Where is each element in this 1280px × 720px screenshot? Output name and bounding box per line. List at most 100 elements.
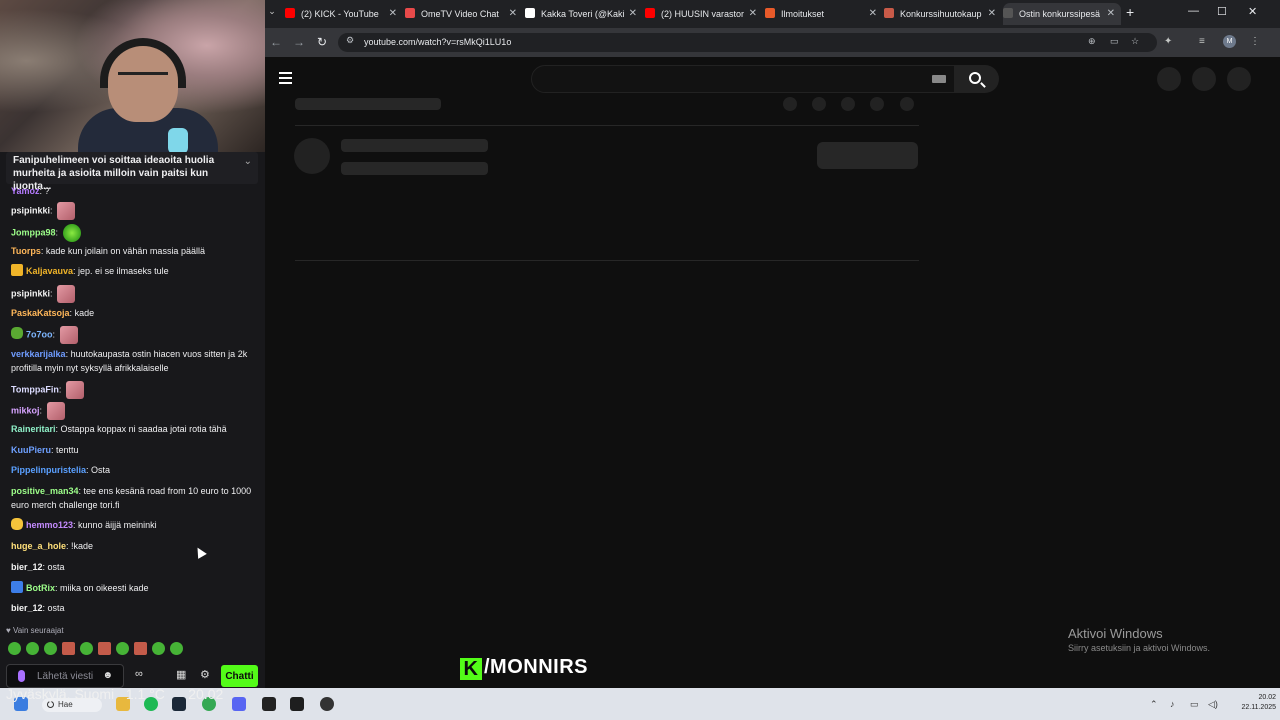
chat-message[interactable]: Yamoz: ? [11,184,256,198]
chat-username[interactable]: mikkoj [11,405,40,415]
emote[interactable] [98,642,111,655]
chat-message[interactable]: bier_12: osta [11,601,256,615]
close-tab-icon[interactable]: ✕ [389,3,397,25]
close-tab-icon[interactable]: ✕ [1107,3,1115,25]
browser-tab[interactable]: (2) KICK - YouTube ✕ [285,3,403,25]
chat-message[interactable]: verkkarijalka: huutokaupasta ostin hiace… [11,347,256,375]
cast-icon[interactable]: ▭ [1110,36,1119,47]
media-icon[interactable]: ≡ [1199,36,1205,47]
maximize-icon[interactable]: ☐ [1217,5,1227,18]
chat-username[interactable]: TomppaFin [11,384,59,394]
zoom-icon[interactable]: ⊕ [1088,36,1096,47]
chat-message[interactable]: Kaljavauva: jep. ei se ilmaseks tule [11,264,256,278]
browser-tab[interactable]: Ilmoitukset ✕ [765,3,883,25]
chat-username[interactable]: Pippelinpuristelia [11,465,86,475]
chat-message[interactable]: bier_12: osta [11,560,256,574]
chat-message[interactable]: psipinkki: [11,202,256,220]
youtube-search-input[interactable] [531,65,955,93]
chat-message[interactable]: hemmo123: kunno äijjä meininki [11,518,256,532]
chat-message[interactable]: Tuorps: kade kun joilain on vähän massia… [11,244,256,258]
chevron-down-icon[interactable]: ⌄ [244,156,252,167]
chat-username[interactable]: PaskaKatsoja [11,308,70,318]
chat-username[interactable]: Tuorps [11,246,41,256]
volume-icon[interactable]: ◁) [1208,699,1218,710]
forward-icon[interactable]: → [293,35,305,49]
menu-icon[interactable]: ⋮ [1250,36,1260,47]
network-icon[interactable]: ▭ [1190,699,1199,710]
chat-message[interactable]: mikkoj: [11,402,256,420]
chat-username[interactable]: Yamoz [11,186,40,196]
tab-search-icon[interactable]: ⌄ [265,6,279,20]
emote[interactable] [8,642,21,655]
chat-username[interactable]: Jomppa98 [11,227,56,237]
chat-message[interactable]: 7o7oo: [11,326,256,344]
gift-icon[interactable]: ▦ [176,668,186,681]
emote[interactable] [62,642,75,655]
chat-message[interactable]: positive_man34: tee ens kesänä road from… [11,484,256,512]
profile-avatar[interactable]: M [1223,35,1236,48]
back-icon[interactable]: ← [270,35,282,49]
app-icon[interactable] [320,697,334,711]
chat-message[interactable]: BotRix: miika on oikeesti kade [11,581,256,595]
chat-username[interactable]: bier_12 [11,562,43,572]
mic-tray-icon[interactable]: ♪ [1170,699,1175,709]
chat-message[interactable]: Jomppa98: [11,224,256,242]
chat-message[interactable]: Pippelinpuristelia: Osta [11,463,256,477]
browser-tab[interactable]: OmeTV Video Chat ✕ [405,3,523,25]
url-text[interactable]: youtube.com/watch?v=rsMkQi1LU1o [364,37,511,47]
chat-message[interactable]: TomppaFin: [11,381,256,399]
gear-icon[interactable]: ⚙ [200,668,210,681]
keyboard-icon[interactable] [932,75,946,83]
omnibox[interactable]: ⚙ youtube.com/watch?v=rsMkQi1LU1o ⊕ ▭ ☆ [338,33,1157,52]
extensions-icon[interactable]: ✦ [1164,36,1172,47]
site-info-icon[interactable]: ⚙ [346,35,354,46]
reload-icon[interactable]: ↻ [317,35,327,49]
mic-icon[interactable] [18,670,25,682]
chat-username[interactable]: bier_12 [11,603,43,613]
emote-quickbar[interactable] [8,642,188,656]
minimize-icon[interactable]: — [1188,5,1199,17]
close-tab-icon[interactable]: ✕ [509,3,517,25]
close-tab-icon[interactable]: ✕ [988,3,996,25]
emote[interactable] [170,642,183,655]
new-tab-button[interactable]: + [1126,4,1134,20]
chat-input-box[interactable]: ☻ [6,664,124,688]
emote[interactable] [116,642,129,655]
emote[interactable] [26,642,39,655]
obs-icon[interactable] [290,697,304,711]
taskbar-clock[interactable]: 20.02 22.11.2025 [1228,693,1276,713]
hamburger-menu-icon[interactable] [279,72,292,84]
chat-username[interactable]: psipinkki [11,288,50,298]
chat-username[interactable]: BotRix [26,583,55,593]
browser-tab[interactable]: (2) HUUSIN varastor ✕ [645,3,763,25]
chat-username[interactable]: psipinkki [11,205,50,215]
infinity-icon[interactable]: ∞ [135,668,143,680]
close-tab-icon[interactable]: ✕ [629,3,637,25]
chat-username[interactable]: Kaljavauva [26,266,73,276]
chat-username[interactable]: hemmo123 [26,520,73,530]
chat-message[interactable]: PaskaKatsoja: kade [11,306,256,320]
chat-message[interactable]: huge_a_hole: !kade [11,539,256,553]
browser-tab[interactable]: Konkurssihuutokaup ✕ [884,3,1002,25]
chat-message[interactable]: psipinkki: [11,285,256,303]
tray-chevron-icon[interactable]: ⌃ [1150,699,1158,710]
emote[interactable] [80,642,93,655]
capcut-icon[interactable] [262,697,276,711]
close-tab-icon[interactable]: ✕ [749,3,757,25]
emote[interactable] [134,642,147,655]
chat-send-button[interactable]: Chatti [221,665,258,687]
chat-username[interactable]: 7o7oo [26,329,53,339]
chat-message[interactable]: Raineritari: Ostappa koppax ni saadaa jo… [11,422,256,436]
browser-tab[interactable]: Ostin konkurssipesä ✕ [1003,3,1121,25]
pinned-message[interactable]: Fanipuhelimeen voi soittaa ideaoita huol… [6,152,258,192]
chat-username[interactable]: KuuPieru [11,445,51,455]
close-tab-icon[interactable]: ✕ [869,3,877,25]
emote[interactable] [152,642,165,655]
youtube-search-button[interactable] [955,65,999,93]
chat-username[interactable]: verkkarijalka [11,349,66,359]
chat-list[interactable]: Yamoz: ? psipinkki: Jomppa98: Tuorps: kad… [0,184,262,618]
chat-username[interactable]: positive_man34 [11,486,79,496]
bookmark-star-icon[interactable]: ☆ [1131,36,1139,47]
close-window-icon[interactable]: ✕ [1248,5,1257,18]
emote[interactable] [44,642,57,655]
